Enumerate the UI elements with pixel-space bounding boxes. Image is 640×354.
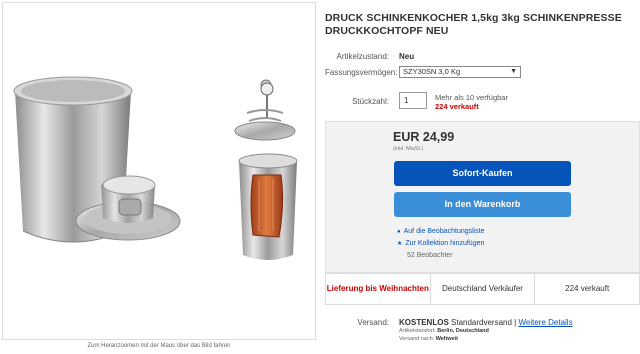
quantity-input[interactable]: 1 [399,92,427,109]
availability: Mehr als 10 verfügbar 224 verkauft [435,93,508,111]
product-image[interactable] [2,2,316,340]
shipping-method: Standardversand [451,318,512,327]
capacity-selected: SZY30SN 3,0 Kg [403,67,461,76]
collection-link[interactable]: ★ Zur Kollektion hinzufügen [397,239,484,249]
watchers-count: 52 Beobachter [407,252,453,259]
shipping-label: Versand: [357,318,389,327]
availability-text: Mehr als 10 verfügbar [435,93,508,102]
price: EUR 24,99 [393,130,455,144]
capacity-label: Fassungsvermögen: [325,68,398,77]
item-location-value: Berlin, Deutschland [437,328,489,334]
watchlist-label: Auf die Beobachtungsliste [403,228,485,235]
add-to-cart-button[interactable]: In den Warenkorb [394,192,571,217]
item-location-label: Artikelstandort: [399,328,436,334]
shipping-details-link[interactable]: Weitere Details [518,318,572,327]
eye-icon: ● [397,229,401,235]
shipping-free: KOSTENLOS [399,318,449,327]
price-vat-note: (inkl. MwSt.) [393,146,424,152]
page-title: DRUCK SCHINKENKOCHER 1,5kg 3kg SCHINKENP… [325,12,622,37]
image-gallery: Zum Heranzoomen mit der Maus über das Bi… [0,0,318,354]
watchlist-link[interactable]: ● Auf die Beobachtungsliste [397,227,485,237]
collection-label: Zur Kollektion hinzufügen [405,240,485,247]
ships-to-value: Weltweit [435,336,458,342]
quantity-label: Stückzahl: [352,97,389,106]
ships-to: Versand nach: Weltweit [399,336,458,342]
star-icon: ★ [397,241,403,247]
chevron-down-icon: ▼ [510,68,517,75]
capacity-select[interactable]: SZY30SN 3,0 Kg ▼ [399,66,521,78]
item-location: Artikelstandort: Berlin, Deutschland [399,328,489,334]
sold-count: 224 verkauft [435,102,479,111]
condition-label: Artikelzustand: [336,52,389,61]
condition-value: Neu [399,52,415,61]
shipping-info: KOSTENLOS Standardversand | Weitere Deta… [399,318,573,327]
product-photo [13,76,298,260]
buy-now-button[interactable]: Sofort-Kaufen [394,161,571,186]
sold-badge: 224 verkauft [565,284,610,293]
seller-location: Deutschland Verkäufer [431,274,536,304]
ships-to-label: Versand nach: [399,336,435,342]
stats-row: Lieferung bis Weihnachten Deutschland Ve… [325,273,640,305]
zoom-hint: Zum Heranzoomen mit der Maus über das Bi… [87,343,231,349]
delivery-badge: Lieferung bis Weihnachten [326,274,431,304]
